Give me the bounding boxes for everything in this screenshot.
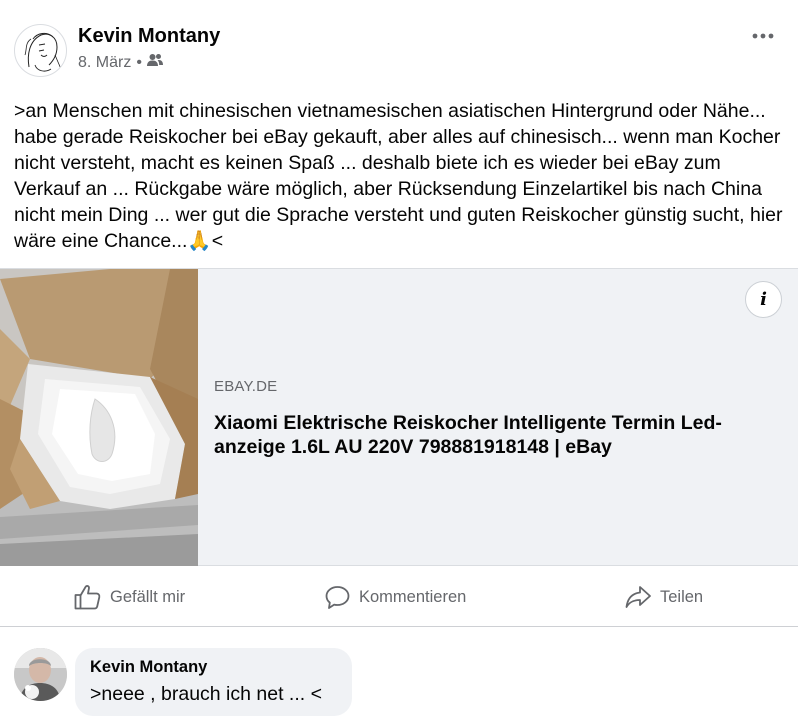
info-button[interactable]: i — [745, 281, 782, 318]
post-header: Kevin Montany 8. März • — [0, 0, 798, 90]
link-title[interactable]: Xiaomi Elektrische Reiskocher Intelligen… — [214, 411, 754, 459]
like-label: Gefällt mir — [110, 587, 186, 606]
comment: Kevin Montany >neee , brauch ich net ...… — [0, 640, 798, 718]
action-bar: Gefällt mir Kommentieren Teilen — [0, 567, 798, 627]
friends-icon[interactable] — [146, 53, 163, 72]
sketch-portrait-icon — [24, 32, 62, 72]
post-meta: 8. März • — [78, 53, 163, 72]
link-preview-image[interactable] — [0, 269, 198, 566]
thumbs-up-icon — [74, 585, 101, 610]
like-button[interactable]: Gefällt mir — [74, 567, 185, 627]
comment-button[interactable]: Kommentieren — [325, 567, 466, 627]
author-avatar[interactable] — [14, 24, 67, 77]
commenter-name[interactable]: Kevin Montany — [90, 658, 207, 677]
post-date[interactable]: 8. März — [78, 54, 131, 72]
comment-bubble: Kevin Montany >neee , brauch ich net ...… — [75, 648, 352, 716]
person-photo-icon — [14, 648, 67, 701]
more-options-icon — [752, 33, 774, 39]
commenter-avatar[interactable] — [14, 648, 67, 701]
post-text: >an Menschen mit chinesischen vietnamesi… — [14, 100, 783, 252]
share-button[interactable]: Teilen — [625, 567, 703, 627]
author-name[interactable]: Kevin Montany — [78, 25, 220, 48]
link-domain: EBAY.DE — [214, 378, 278, 395]
share-arrow-icon — [625, 586, 651, 608]
meta-separator: • — [136, 53, 142, 71]
comment-label: Kommentieren — [359, 587, 467, 606]
more-options-button[interactable] — [746, 24, 780, 48]
comment-icon — [325, 585, 350, 609]
share-label: Teilen — [660, 587, 704, 606]
comment-text: >neee , brauch ich net ... < — [90, 683, 322, 705]
